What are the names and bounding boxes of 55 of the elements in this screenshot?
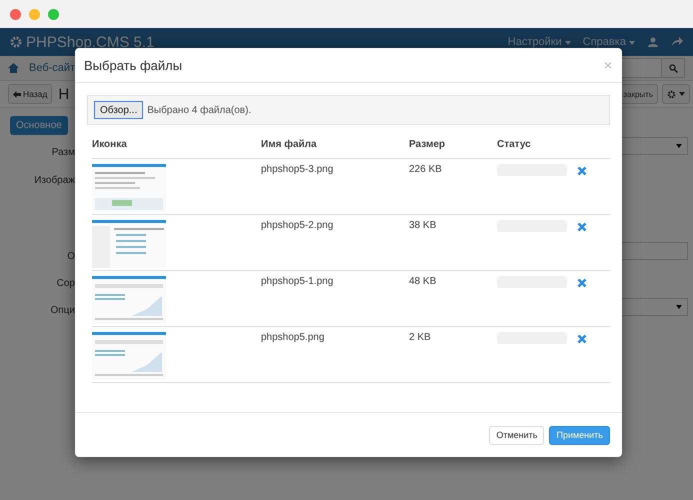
caret-icon: [676, 305, 682, 309]
remove-button[interactable]: [577, 276, 587, 286]
close-icon: [577, 166, 587, 176]
close-icon: [577, 334, 587, 344]
file-size: 2 KB: [409, 332, 431, 343]
cancel-button[interactable]: Отменить: [489, 426, 544, 444]
arrow-icon[interactable]: [671, 37, 683, 47]
column-header: Имя файла: [261, 139, 409, 159]
remove-button[interactable]: [577, 220, 587, 230]
back-button[interactable]: Назад: [8, 84, 52, 104]
arrow-icon: [13, 90, 21, 98]
form-label: Разм: [50, 146, 75, 160]
browse-button[interactable]: Обзор...: [94, 101, 144, 119]
form-label: Опци: [49, 304, 75, 318]
file-name: phpshop5-2.png: [261, 220, 334, 231]
caret-icon: [629, 41, 635, 45]
file-size: 38 KB: [409, 220, 436, 231]
form-label: О: [66, 250, 75, 264]
caret-icon: [564, 41, 571, 45]
file-name: phpshop5.png: [261, 332, 324, 343]
file-size: 226 KB: [409, 164, 442, 175]
select-field[interactable]: [622, 137, 688, 155]
tab[interactable]: Основное: [10, 116, 68, 135]
caret-icon: [679, 92, 685, 96]
remove-button[interactable]: [577, 332, 587, 342]
close-icon: [577, 278, 587, 288]
close-icon: [577, 222, 587, 232]
page-title: Н: [58, 86, 70, 102]
column-header: Статус: [497, 139, 577, 159]
settings-button[interactable]: [662, 84, 690, 104]
user-icon[interactable]: [647, 37, 659, 47]
column-header: Размер: [409, 139, 497, 159]
file-name: phpshop5-1.png: [261, 276, 334, 287]
window-close-control[interactable]: [10, 8, 21, 20]
apply-button[interactable]: Применить: [549, 426, 610, 444]
caret-icon: [676, 144, 682, 148]
dialog-title: Выбрать файлы: [84, 58, 182, 72]
nav-menu[interactable]: Справка: [582, 36, 635, 48]
brand-title[interactable]: PHPShop.CMS 5.1: [10, 34, 154, 50]
column-header: Иконка: [92, 139, 261, 159]
close-button[interactable]: ×: [604, 57, 612, 73]
selected-files-text: Выбрано 4 файла(ов).: [147, 104, 252, 116]
input-field[interactable]: [622, 242, 688, 260]
file-size: 48 KB: [409, 276, 436, 287]
file-name: phpshop5-3.png: [261, 164, 334, 175]
remove-button[interactable]: [577, 164, 587, 174]
search-icon[interactable]: [668, 64, 678, 72]
nav-menu[interactable]: Настройки: [508, 36, 571, 48]
form-label: Изображ: [33, 174, 75, 188]
window-zoom-control[interactable]: [48, 8, 59, 20]
gear-icon: [10, 36, 22, 48]
form-label: Сор: [56, 277, 75, 291]
gear-icon: [667, 90, 676, 98]
home-icon[interactable]: [8, 63, 19, 73]
select-field[interactable]: [622, 298, 688, 316]
